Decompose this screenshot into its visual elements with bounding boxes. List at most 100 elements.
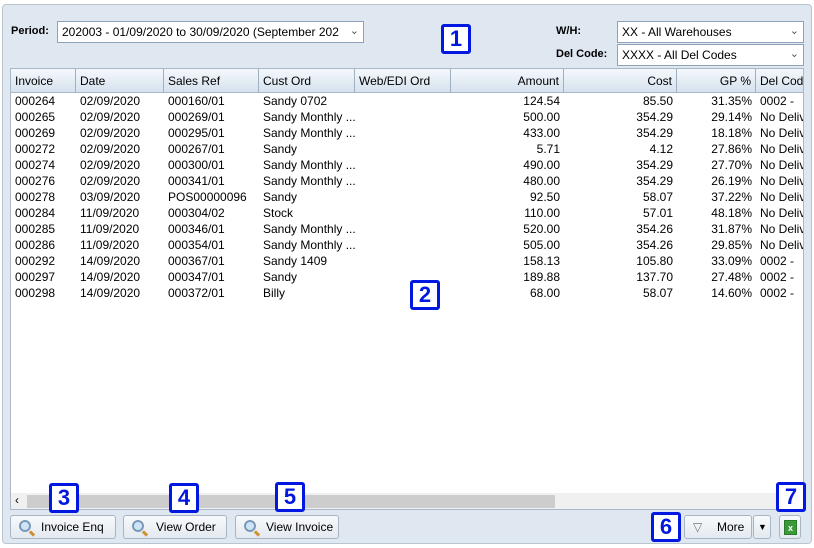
table-cell [355,205,451,221]
table-cell: 02/09/2020 [80,158,141,172]
table-cell [355,157,451,173]
table-cell: 124.54 [523,94,560,108]
callout-6: 6 [651,512,681,542]
table-cell: 31.87% [711,222,752,236]
table-cell: 02/09/2020 [80,94,141,108]
view-order-button[interactable]: View Order [123,515,227,539]
table-cell [355,189,451,205]
table-cell: 14/09/2020 [80,270,141,284]
table-cell: 5.71 [536,142,560,156]
table-cell: Sandy Monthly ... [263,126,355,140]
table-cell [355,93,451,109]
table-cell: 000286 [15,238,56,252]
table-cell: 4.12 [649,142,673,156]
table-cell: 0002 - [760,286,795,300]
table-cell: 000295/01 [168,126,225,140]
column-header[interactable]: Cost [564,69,677,93]
del-code-select[interactable]: XXXX - All Del Codes ⌄ [617,44,804,66]
column-header[interactable]: Cust Ord [259,69,355,93]
column-header[interactable]: Web/EDI Ord [355,69,451,93]
table-cell: 000372/01 [168,286,225,300]
table-cell [355,221,451,237]
table-cell: 000269 [15,126,56,140]
period-select[interactable]: 202003 - 01/09/2020 to 30/09/2020 (Septe… [57,21,364,43]
chevron-down-icon: ⌄ [789,48,799,60]
chevron-down-icon: ⌄ [349,25,359,37]
table-row[interactable]: 000285 11/09/2020 000346/01 Sandy Monthly .… [11,221,803,237]
column-header[interactable]: Invoice [11,69,76,93]
table-cell: 02/09/2020 [80,174,141,188]
view-invoice-label: View Invoice [266,520,334,534]
table-cell: Sandy 1409 [263,254,328,268]
table-cell [355,141,451,157]
column-header[interactable]: Del Cod [756,69,803,93]
table-cell [355,237,451,253]
table-cell: 000347/01 [168,270,225,284]
table-cell: 000341/01 [168,174,225,188]
view-invoice-button[interactable]: View Invoice [235,515,339,539]
table-cell: 57.01 [642,206,673,220]
export-excel-button[interactable]: x [779,515,801,539]
table-cell: 11/09/2020 [80,206,140,220]
callout-4: 4 [169,483,199,513]
table-row[interactable]: 000265 02/09/2020 000269/01 Sandy Monthly .… [11,109,803,125]
table-row[interactable]: 000272 02/09/2020 000267/01 Sandy 5.71 4.12 27… [11,141,803,157]
table-cell: 189.88 [523,270,560,284]
table-cell: 000284 [15,206,56,220]
table-cell: 500.00 [523,110,560,124]
column-header[interactable]: GP % [677,69,756,93]
table-header: Invoice Date Sales Ref Cust Ord Web/EDI Ord A… [11,69,803,93]
callout-7: 7 [776,482,806,512]
table-cell: No Deliv [760,174,804,188]
column-header[interactable]: Sales Ref [164,69,259,93]
table-row[interactable]: 000269 02/09/2020 000295/01 Sandy Monthly .… [11,125,803,141]
table-cell: 27.86% [711,142,752,156]
excel-icon: x [784,520,797,535]
table-cell: No Deliv [760,110,804,124]
table-row[interactable]: 000298 14/09/2020 000372/01 Billy 68.00 58.07… [11,285,803,301]
table-cell [355,173,451,189]
table-cell: 000297 [15,270,56,284]
table-row[interactable]: 000264 02/09/2020 000160/01 Sandy 0702 124.5… [11,93,803,109]
table-cell: POS00000096 [168,190,247,204]
table-cell: 490.00 [523,158,560,172]
magnifier-icon [244,520,256,532]
chevron-down-icon: ⌄ [789,25,799,37]
warehouse-select[interactable]: XX - All Warehouses ⌄ [617,21,804,43]
del-code-label: Del Code: [556,48,608,60]
table-cell: Sandy [263,142,298,156]
invoice-enq-button[interactable]: Invoice Enq [10,515,116,539]
table-cell: No Deliv [760,238,804,252]
table-row[interactable]: 000276 02/09/2020 000341/01 Sandy Monthly .… [11,173,803,189]
more-dropdown-button[interactable]: ▼ [753,515,771,539]
table-cell: 000285 [15,222,56,236]
more-button[interactable]: ▽ More [684,515,752,539]
table-row[interactable]: 000284 11/09/2020 000304/02 Stock 110.00 57.0… [11,205,803,221]
column-header[interactable]: Date [76,69,164,93]
table-cell: 26.19% [711,174,752,188]
table-row[interactable]: 000292 14/09/2020 000367/01 Sandy 1409 158.1… [11,253,803,269]
table-cell: 354.29 [636,126,673,140]
table-cell: 000272 [15,142,56,156]
table-cell: No Deliv [760,158,804,172]
scroll-left-icon[interactable]: ‹ [15,493,19,507]
column-header[interactable]: Amount [451,69,564,93]
horizontal-scrollbar[interactable]: ‹ [11,493,803,509]
table-row[interactable]: 000278 03/09/2020 POS00000096 Sandy 92.50 58.… [11,189,803,205]
triangle-down-icon: ▽ [693,520,703,534]
table-cell: 14/09/2020 [80,286,141,300]
table-cell: 505.00 [523,238,560,252]
table-row[interactable]: 000297 14/09/2020 000347/01 Sandy 189.88 137.… [11,269,803,285]
table-row[interactable]: 000274 02/09/2020 000300/01 Sandy Monthly .… [11,157,803,173]
invoice-table[interactable]: Invoice Date Sales Ref Cust Ord Web/EDI Ord A… [10,68,804,510]
invoice-enq-label: Invoice Enq [41,520,104,534]
table-cell: 000304/02 [168,206,225,220]
table-cell: 48.18% [711,206,752,220]
callout-5: 5 [275,482,305,512]
table-cell: Sandy 0702 [263,94,328,108]
table-cell: 354.29 [636,158,673,172]
table-row[interactable]: 000286 11/09/2020 000354/01 Sandy Monthly .… [11,237,803,253]
table-cell: 14/09/2020 [80,254,141,268]
table-cell: 000265 [15,110,56,124]
table-cell [355,253,451,269]
